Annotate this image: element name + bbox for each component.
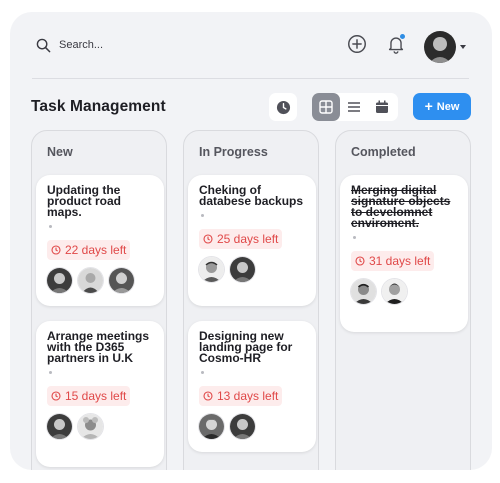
column-in-progress: In Progress Cheking of databese backups … [183,130,319,470]
clock-icon [355,256,365,266]
calendar-view-button[interactable] [368,93,396,121]
clock-icon [51,245,61,255]
avatar[interactable] [78,268,103,293]
bullet-dot [353,236,356,239]
task-title: Cheking of databese backups [199,183,304,208]
assignee-list [199,414,305,439]
new-task-button[interactable]: + New [413,93,471,120]
due-text: 31 days left [369,254,431,268]
due-badge: 13 days left [199,386,283,406]
due-text: 15 days left [65,389,127,403]
grid-icon [319,100,333,114]
avatar[interactable] [109,268,134,293]
assignee-list [351,279,457,304]
top-bar: Search... [10,12,492,78]
avatar[interactable] [424,31,456,63]
app-window: Search... Task Management + New New Upda… [10,12,492,470]
grid-view-button[interactable] [312,93,340,121]
search-box[interactable]: Search... [36,36,103,54]
page-title: Task Management [31,98,166,115]
clock-icon [203,391,213,401]
notification-badge [400,34,405,39]
clock-icon [51,391,61,401]
avatar[interactable] [230,414,255,439]
avatar[interactable] [78,414,103,439]
column-title: In Progress [199,145,268,159]
avatar[interactable] [230,257,255,282]
column-title: New [47,145,73,159]
avatar[interactable] [199,414,224,439]
task-card[interactable]: Updating the product road maps. 22 days … [36,175,164,306]
add-button[interactable] [345,32,369,56]
avatar[interactable] [351,279,376,304]
bullet-dot [49,225,52,228]
assignee-list [199,257,305,282]
plus-icon: + [424,98,433,114]
due-text: 13 days left [217,389,279,403]
list-icon [348,102,360,112]
calendar-icon [376,100,388,113]
task-title: Updating the product road maps. [47,183,121,219]
clock-icon [276,100,290,114]
due-text: 25 days left [217,232,279,246]
task-card[interactable]: Merging digital signature objects to dev… [340,175,468,332]
assignee-list [47,414,153,439]
column-new: New Updating the product road maps. 22 d… [31,130,167,470]
profile-menu[interactable] [424,31,466,63]
column-title: Completed [351,145,416,159]
task-title: Designing new landing page for Cosmo-HR [199,329,293,365]
list-view-button[interactable] [340,93,368,121]
view-switcher [312,93,398,121]
avatar[interactable] [382,279,407,304]
task-card[interactable]: Designing new landing page for Cosmo-HR … [188,321,316,452]
task-card[interactable]: Cheking of databese backups 25 days left [188,175,316,306]
due-text: 22 days left [65,243,127,257]
assignee-list [47,268,153,293]
due-badge: 15 days left [47,386,131,406]
bullet-dot [201,371,204,374]
avatar[interactable] [47,268,72,293]
header-divider [32,78,469,79]
notifications-button[interactable] [384,32,408,56]
new-button-label: New [436,100,460,113]
task-title: Merging digital signature objects to dev… [351,183,451,230]
clock-icon [203,234,213,244]
bullet-dot [49,371,52,374]
task-card[interactable]: Arrange meetings with the D365 partners … [36,321,164,467]
avatar[interactable] [47,414,72,439]
chevron-down-icon[interactable] [460,45,466,49]
column-completed: Completed Merging digital signature obje… [335,130,471,470]
search-placeholder[interactable]: Search... [59,39,103,51]
avatar[interactable] [199,257,224,282]
plus-circle-icon [348,35,366,53]
due-badge: 22 days left [47,240,131,260]
history-button[interactable] [269,93,297,121]
task-title: Arrange meetings with the D365 partners … [47,329,150,365]
bullet-dot [201,214,204,217]
due-badge: 25 days left [199,229,283,249]
due-badge: 31 days left [351,251,435,271]
search-icon [36,38,51,52]
